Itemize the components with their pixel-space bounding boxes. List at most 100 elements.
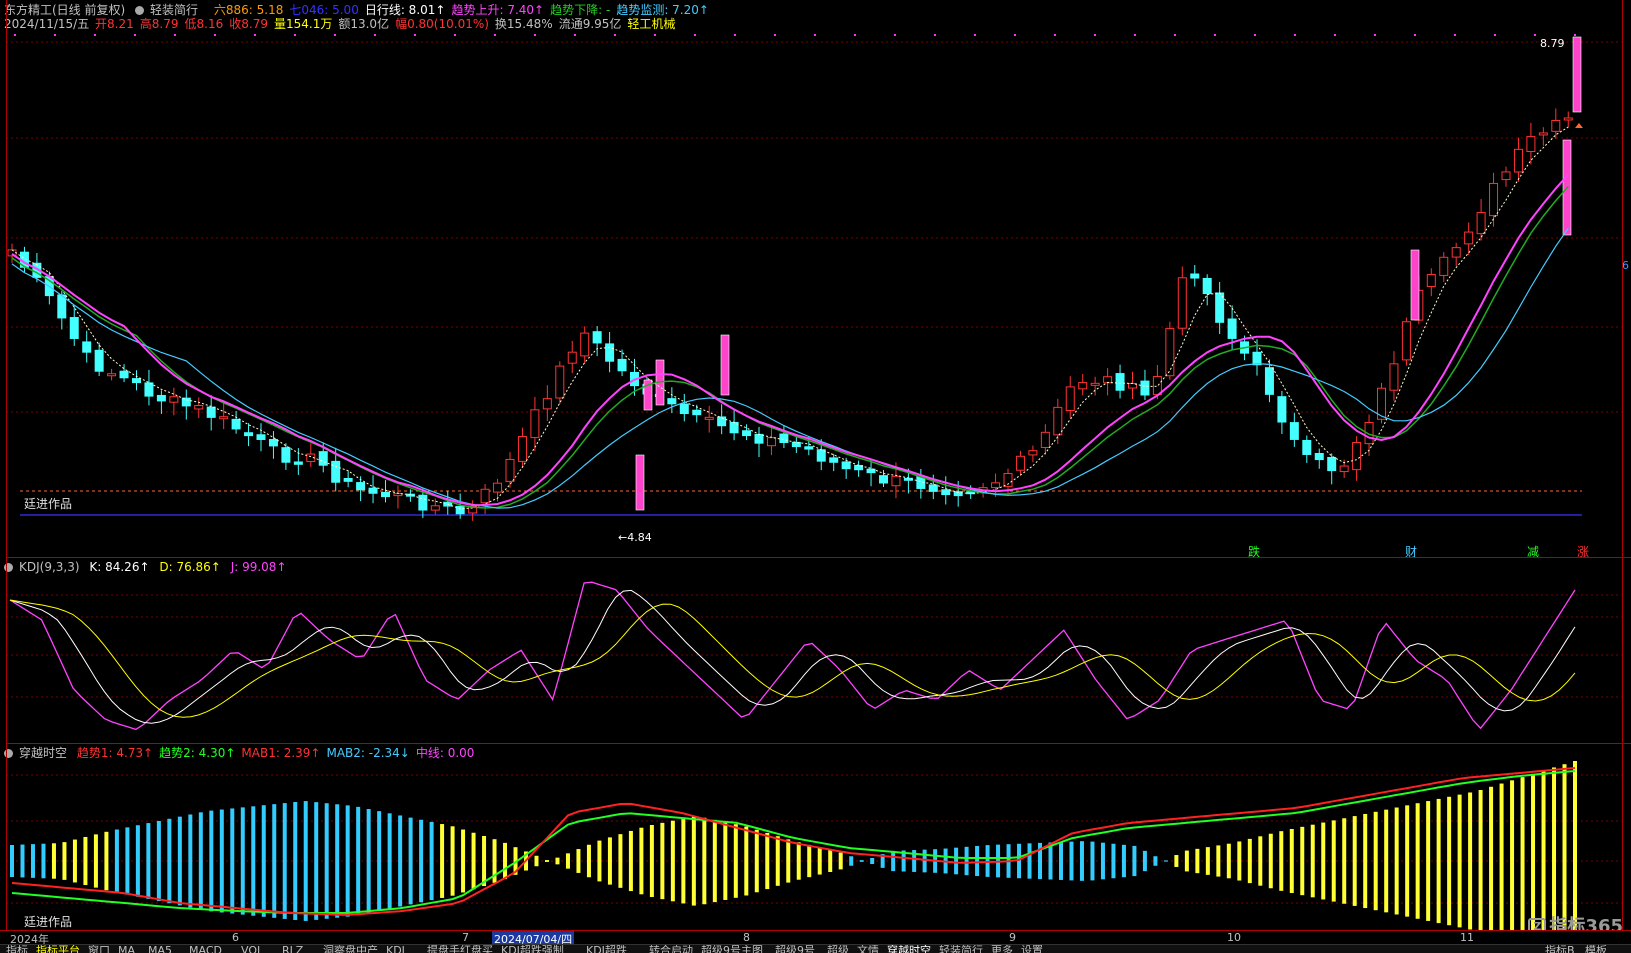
candle-body <box>119 370 129 379</box>
candle-body <box>505 459 515 482</box>
cross-bar <box>1100 842 1105 880</box>
candle-body <box>1277 396 1287 423</box>
date-label: 7 <box>462 931 469 944</box>
cross-bar <box>1174 855 1179 867</box>
top-marker <box>414 34 416 36</box>
top-marker <box>1094 34 1096 36</box>
cross-bar <box>62 842 67 880</box>
candle-body <box>879 475 888 484</box>
cross-bar <box>1373 811 1378 911</box>
cross-bar <box>1310 824 1315 898</box>
candle-body <box>356 482 366 491</box>
top-marker <box>1134 34 1136 36</box>
top-marker <box>1014 34 1016 36</box>
kdj-chart[interactable] <box>0 557 1631 737</box>
cross-bar <box>146 823 151 899</box>
top-marker <box>1374 34 1376 36</box>
cross-bar <box>754 829 759 893</box>
limit-up-candle <box>1572 36 1582 113</box>
candle-body <box>1227 318 1237 339</box>
top-marker <box>774 34 776 36</box>
top-marker <box>1214 34 1216 36</box>
candle-body <box>1289 422 1299 440</box>
cross-bar <box>135 825 140 897</box>
candle-body <box>1538 132 1548 136</box>
candle-body <box>704 416 714 420</box>
cross-bar <box>1027 843 1032 879</box>
cross-bar <box>1247 838 1252 884</box>
candle-body <box>1028 450 1038 456</box>
date-axis: 2024年 6 7 2024/07/04/四 8 9 10 11 <box>0 930 1631 947</box>
cross-bar <box>293 802 298 920</box>
trend-up-line <box>11 173 1570 507</box>
candle-body <box>219 416 229 420</box>
candle-body <box>530 409 540 439</box>
candle-body <box>1401 321 1411 361</box>
cross-bar <box>849 856 854 866</box>
top-marker <box>694 34 696 36</box>
candle-body <box>231 418 241 430</box>
cross-bar <box>1048 842 1053 880</box>
cross-bar <box>628 830 633 892</box>
cross-bar <box>807 844 812 878</box>
candle-body <box>1065 386 1075 411</box>
cross-bar <box>1541 770 1546 930</box>
cross-bar <box>828 850 833 872</box>
cross-bar <box>93 834 98 888</box>
cross-bar <box>1226 843 1231 879</box>
cross-bar <box>324 803 329 919</box>
top-marker <box>1574 34 1576 36</box>
cross-bar <box>114 829 119 893</box>
cross-bar <box>303 801 308 921</box>
candle-body <box>1551 119 1561 132</box>
candle-body <box>256 434 266 440</box>
candle-body <box>132 378 141 384</box>
candle-body <box>1314 453 1324 461</box>
cross-bar <box>30 844 35 878</box>
cross-bar <box>649 824 654 898</box>
cross-bar <box>450 826 455 896</box>
top-marker <box>654 34 656 36</box>
cross-bar <box>335 804 340 918</box>
candle-body <box>605 343 615 362</box>
candle-body <box>144 382 154 397</box>
cross-bar <box>1195 848 1200 874</box>
candle-body <box>667 398 677 405</box>
cross-bar <box>1205 847 1210 875</box>
candle-body <box>268 438 278 447</box>
cross-bar <box>859 860 864 862</box>
cross-bar <box>775 836 780 886</box>
date-label: 11 <box>1460 931 1474 944</box>
candle-body <box>343 478 353 482</box>
date-label: 6 <box>232 931 239 944</box>
top-marker <box>534 34 536 36</box>
dashed-ma-line <box>11 126 1569 510</box>
cross-bar <box>838 852 843 870</box>
candle-body <box>580 332 590 357</box>
candle-body <box>1090 382 1100 386</box>
cross-bar <box>870 858 875 864</box>
candle-body <box>779 433 789 443</box>
candle-body <box>1302 439 1312 455</box>
cross-bar <box>702 817 707 905</box>
cross-bar <box>964 846 969 876</box>
candle-body <box>293 461 303 465</box>
cross-bar <box>198 812 203 910</box>
candle-body <box>1202 277 1212 295</box>
cross-indicator-chart[interactable] <box>0 743 1631 930</box>
cross-bar <box>544 860 549 862</box>
trend1-line <box>11 767 1576 916</box>
top-marker <box>934 34 936 36</box>
cross-bar <box>712 819 717 903</box>
candle-body <box>991 482 1001 489</box>
date-label: 8 <box>743 931 750 944</box>
candle-body <box>555 365 565 399</box>
cross-bar <box>1457 794 1462 928</box>
candle-body <box>1177 277 1187 329</box>
candlestick-chart[interactable] <box>0 0 1631 535</box>
cross-bar <box>41 843 46 879</box>
candle-body <box>1489 182 1499 217</box>
cross-bar <box>240 807 245 915</box>
cross-bar <box>1510 780 1515 930</box>
candle-body <box>1115 373 1125 391</box>
